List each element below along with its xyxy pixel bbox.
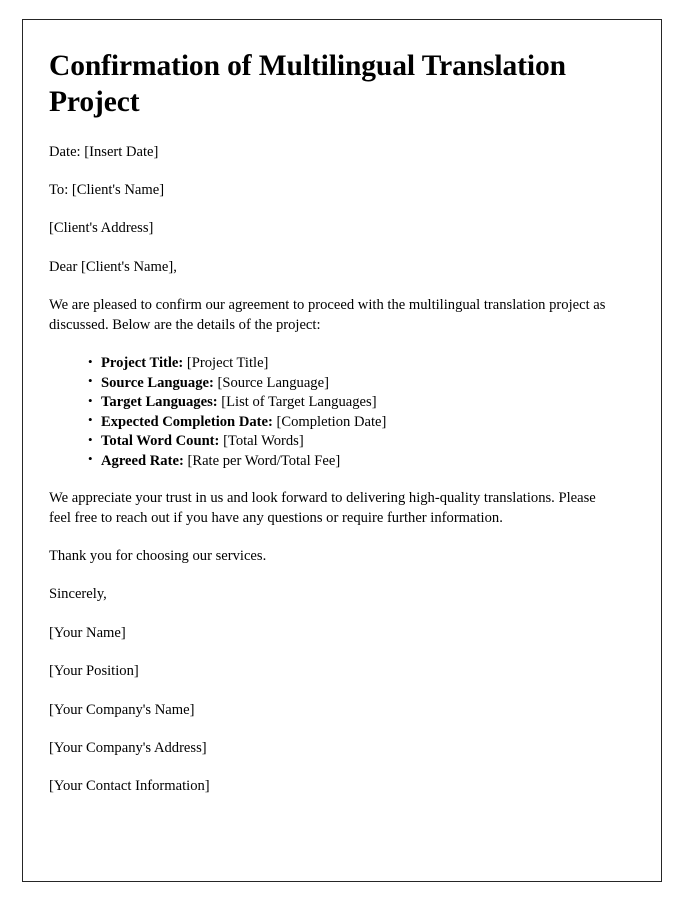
recipient-address-line: [Client's Address] — [49, 220, 154, 237]
recipient-line: To: [Client's Name] — [49, 181, 165, 198]
detail-value: [Total Words] — [223, 433, 304, 450]
document-content: Confirmation of Multilingual Translation… — [23, 20, 661, 797]
list-item: Target Languages: [List of Target Langua… — [88, 393, 615, 412]
signature-company-name: [Your Company's Name] — [49, 701, 195, 718]
detail-label: Source Language: — [101, 374, 214, 391]
signature-position: [Your Position] — [49, 663, 139, 680]
detail-label: Project Title: — [101, 355, 184, 371]
intro-paragraph: We are pleased to confirm our agreement … — [49, 297, 606, 333]
detail-label: Target Languages: — [101, 394, 218, 411]
signature-name: [Your Name] — [49, 624, 126, 641]
salutation: Dear [Client's Name], — [49, 258, 177, 275]
detail-label: Agreed Rate: — [101, 452, 184, 469]
signature-company-address: [Your Company's Address] — [49, 740, 207, 757]
thanks-paragraph: Thank you for choosing our services. — [49, 548, 267, 564]
document-page: Confirmation of Multilingual Translation… — [22, 19, 662, 882]
appreciation-paragraph: We appreciate your trust in us and look … — [49, 490, 596, 526]
page-title: Confirmation of Multilingual Translation… — [49, 50, 566, 119]
detail-value: [Source Language] — [217, 374, 329, 391]
signature-contact-information: [Your Contact Information] — [49, 778, 210, 795]
project-details-list: Project Title: [Project Title] Source La… — [49, 354, 615, 470]
list-item: Agreed Rate: [Rate per Word/Total Fee] — [88, 451, 615, 471]
detail-value: [Rate per Word/Total Fee] — [187, 452, 341, 469]
list-item: Project Title: [Project Title] — [88, 354, 615, 373]
list-item: Total Word Count: [Total Words] — [88, 432, 615, 451]
detail-label: Total Word Count: — [101, 433, 220, 450]
detail-label: Expected Completion Date: — [101, 413, 273, 430]
closing-line: Sincerely, — [49, 586, 107, 603]
detail-value: [Project Title] — [186, 355, 269, 371]
date-line: Date: [Insert Date] — [49, 143, 159, 160]
list-item: Expected Completion Date: [Completion Da… — [88, 412, 615, 432]
detail-value: [List of Target Languages] — [221, 394, 377, 411]
detail-value: [Completion Date] — [276, 413, 387, 430]
list-item: Source Language: [Source Language] — [88, 373, 615, 393]
